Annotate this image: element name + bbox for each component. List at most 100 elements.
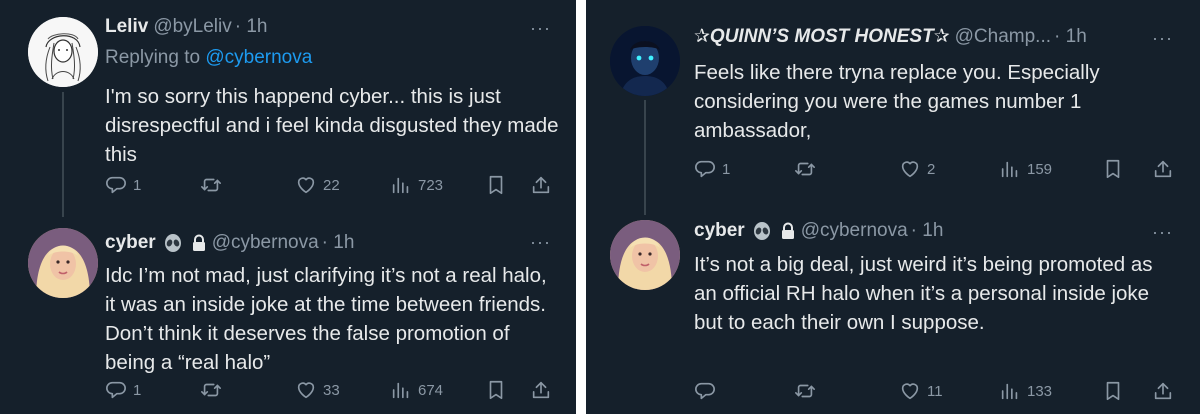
avatar-photo: [28, 228, 98, 298]
view-count: 133: [1027, 382, 1053, 400]
avatar-quinn[interactable]: [610, 26, 680, 96]
views-button[interactable]: 159: [999, 158, 1052, 180]
view-count: 159: [1027, 160, 1053, 178]
user-handle[interactable]: @byLeliv: [153, 15, 231, 39]
more-icon[interactable]: ···: [530, 233, 551, 251]
like-button[interactable]: 33: [295, 379, 340, 401]
bookmark-button[interactable]: [485, 174, 507, 196]
views-icon: [390, 174, 412, 196]
tweet-cyber-left[interactable]: cyber @cybernova · 1h ··· Idc I’m not ma…: [0, 210, 576, 414]
share-button[interactable]: [530, 379, 552, 401]
left-thread-panel: Leliv @byLeliv · 1h ··· Replying to @cyb…: [0, 0, 576, 414]
retweet-icon: [200, 379, 222, 401]
reply-icon: [694, 380, 716, 402]
like-button[interactable]: 22: [295, 174, 340, 196]
reply-icon: [694, 158, 716, 180]
display-name[interactable]: ✰QUINN’S MOST HONEST✰: [694, 25, 950, 49]
timestamp[interactable]: · 1h: [322, 231, 355, 255]
replying-to-line: Replying to @cybernova: [105, 46, 312, 70]
timestamp[interactable]: · 1h: [1054, 25, 1087, 49]
more-icon[interactable]: ···: [1152, 223, 1173, 241]
tweet-text: Idc I’m not mad, just clarifying it’s no…: [105, 264, 547, 374]
view-count: 723: [418, 176, 444, 194]
reply-icon: [105, 379, 127, 401]
share-icon: [530, 174, 552, 196]
views-button[interactable]: 674: [390, 379, 443, 401]
bookmark-icon: [1102, 158, 1124, 180]
reply-button[interactable]: 1: [694, 158, 730, 180]
share-icon: [1152, 158, 1174, 180]
tweet-text: It’s not a big deal, just weird it’s bei…: [694, 253, 1153, 334]
like-count: 11: [927, 382, 943, 400]
thread-connector-line: [62, 92, 64, 217]
alien-emoji-icon: [164, 234, 181, 252]
reply-count: 1: [722, 160, 731, 178]
display-name[interactable]: cyber: [694, 219, 745, 243]
alien-emoji-icon: [753, 222, 770, 240]
more-icon[interactable]: ···: [530, 19, 551, 37]
more-icon[interactable]: ···: [1152, 29, 1173, 47]
retweet-button[interactable]: [794, 158, 822, 180]
retweet-button[interactable]: [200, 174, 228, 196]
action-bar: 1 33 674: [105, 379, 555, 405]
thread-connector-line: [644, 100, 646, 215]
views-button[interactable]: 133: [999, 380, 1052, 402]
lock-icon: [192, 234, 205, 251]
lock-icon: [781, 222, 794, 239]
share-button[interactable]: [1152, 380, 1174, 402]
display-name[interactable]: Leliv: [105, 15, 148, 39]
reply-icon: [105, 174, 127, 196]
action-bar: 1 22 723: [105, 174, 555, 200]
tweet-header: Leliv @byLeliv · 1h: [105, 15, 268, 39]
like-count: 33: [323, 381, 340, 399]
reply-button[interactable]: 1: [105, 174, 141, 196]
reply-button[interactable]: 1: [105, 379, 141, 401]
like-button[interactable]: 11: [899, 380, 943, 402]
retweet-icon: [794, 380, 816, 402]
timestamp[interactable]: · 1h: [911, 219, 944, 243]
like-icon: [295, 379, 317, 401]
like-icon: [899, 380, 921, 402]
avatar-cyber[interactable]: [610, 220, 680, 290]
tweet-header: cyber @cybernova · 1h: [105, 231, 354, 255]
action-bar: 11 133: [694, 380, 1174, 406]
share-button[interactable]: [530, 174, 552, 196]
bookmark-icon: [485, 174, 507, 196]
replying-to-label: Replying to: [105, 47, 206, 68]
views-icon: [999, 158, 1021, 180]
avatar-leliv[interactable]: [28, 17, 98, 87]
views-button[interactable]: 723: [390, 174, 443, 196]
retweet-button[interactable]: [794, 380, 822, 402]
retweet-icon: [794, 158, 816, 180]
bookmark-button[interactable]: [1102, 380, 1124, 402]
tweet-leliv[interactable]: Leliv @byLeliv · 1h ··· Replying to @cyb…: [0, 0, 576, 217]
avatar-photo: [610, 220, 680, 290]
user-handle[interactable]: @Champ...: [955, 25, 1051, 49]
tweet-header: cyber @cybernova · 1h: [694, 219, 943, 243]
user-handle[interactable]: @cybernova: [212, 231, 319, 255]
reply-count: 1: [133, 381, 142, 399]
avatar-sketch-illustration: [28, 17, 98, 87]
tweet-quinn[interactable]: ✰QUINN’S MOST HONEST✰ @Champ... · 1h ···…: [586, 0, 1200, 215]
avatar-cyber[interactable]: [28, 228, 98, 298]
timestamp[interactable]: · 1h: [235, 15, 268, 39]
right-thread-panel: ✰QUINN’S MOST HONEST✰ @Champ... · 1h ···…: [586, 0, 1200, 414]
tweet-cyber-right[interactable]: cyber @cybernova · 1h ··· It’s not a big…: [586, 200, 1200, 414]
like-count: 22: [323, 176, 340, 194]
share-icon: [1152, 380, 1174, 402]
mention-link[interactable]: @cybernova: [205, 47, 312, 68]
avatar-photo: [610, 26, 680, 96]
views-icon: [999, 380, 1021, 402]
user-handle[interactable]: @cybernova: [801, 219, 908, 243]
tweet-text: Feels like there tryna replace you. Espe…: [694, 61, 1100, 142]
bookmark-button[interactable]: [1102, 158, 1124, 180]
reply-button[interactable]: [694, 380, 722, 402]
view-count: 674: [418, 381, 444, 399]
retweet-button[interactable]: [200, 379, 228, 401]
like-count: 2: [927, 160, 936, 178]
views-icon: [390, 379, 412, 401]
bookmark-button[interactable]: [485, 379, 507, 401]
like-button[interactable]: 2: [899, 158, 935, 180]
display-name[interactable]: cyber: [105, 231, 156, 255]
share-button[interactable]: [1152, 158, 1174, 180]
